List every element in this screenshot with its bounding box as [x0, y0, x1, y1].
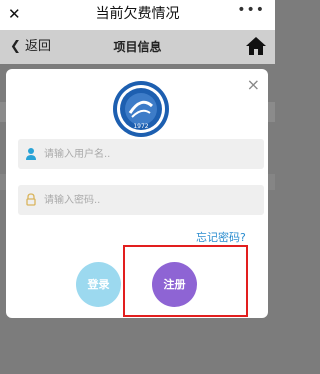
page-title: 项目信息: [113, 40, 162, 54]
nav-bar: ❮ 返回 项目信息: [0, 30, 275, 64]
app-header: ✕ 当前欠费情况 •••: [0, 0, 275, 30]
username-field: [18, 139, 264, 169]
password-input[interactable]: [44, 185, 254, 215]
login-button[interactable]: 登录: [76, 262, 121, 307]
username-input[interactable]: [44, 139, 254, 169]
more-icon[interactable]: •••: [237, 2, 265, 18]
register-highlight-box: [123, 245, 248, 317]
password-field: [18, 185, 264, 215]
app-title: 当前欠费情况: [95, 6, 180, 22]
user-icon: [26, 148, 36, 160]
home-icon[interactable]: [245, 36, 267, 56]
logo-year: 1972: [133, 123, 148, 130]
lock-icon: [26, 193, 36, 206]
forgot-password-link[interactable]: 忘记密码?: [196, 231, 246, 245]
close-icon[interactable]: ×: [247, 77, 260, 93]
university-logo: 1972: [113, 81, 169, 137]
